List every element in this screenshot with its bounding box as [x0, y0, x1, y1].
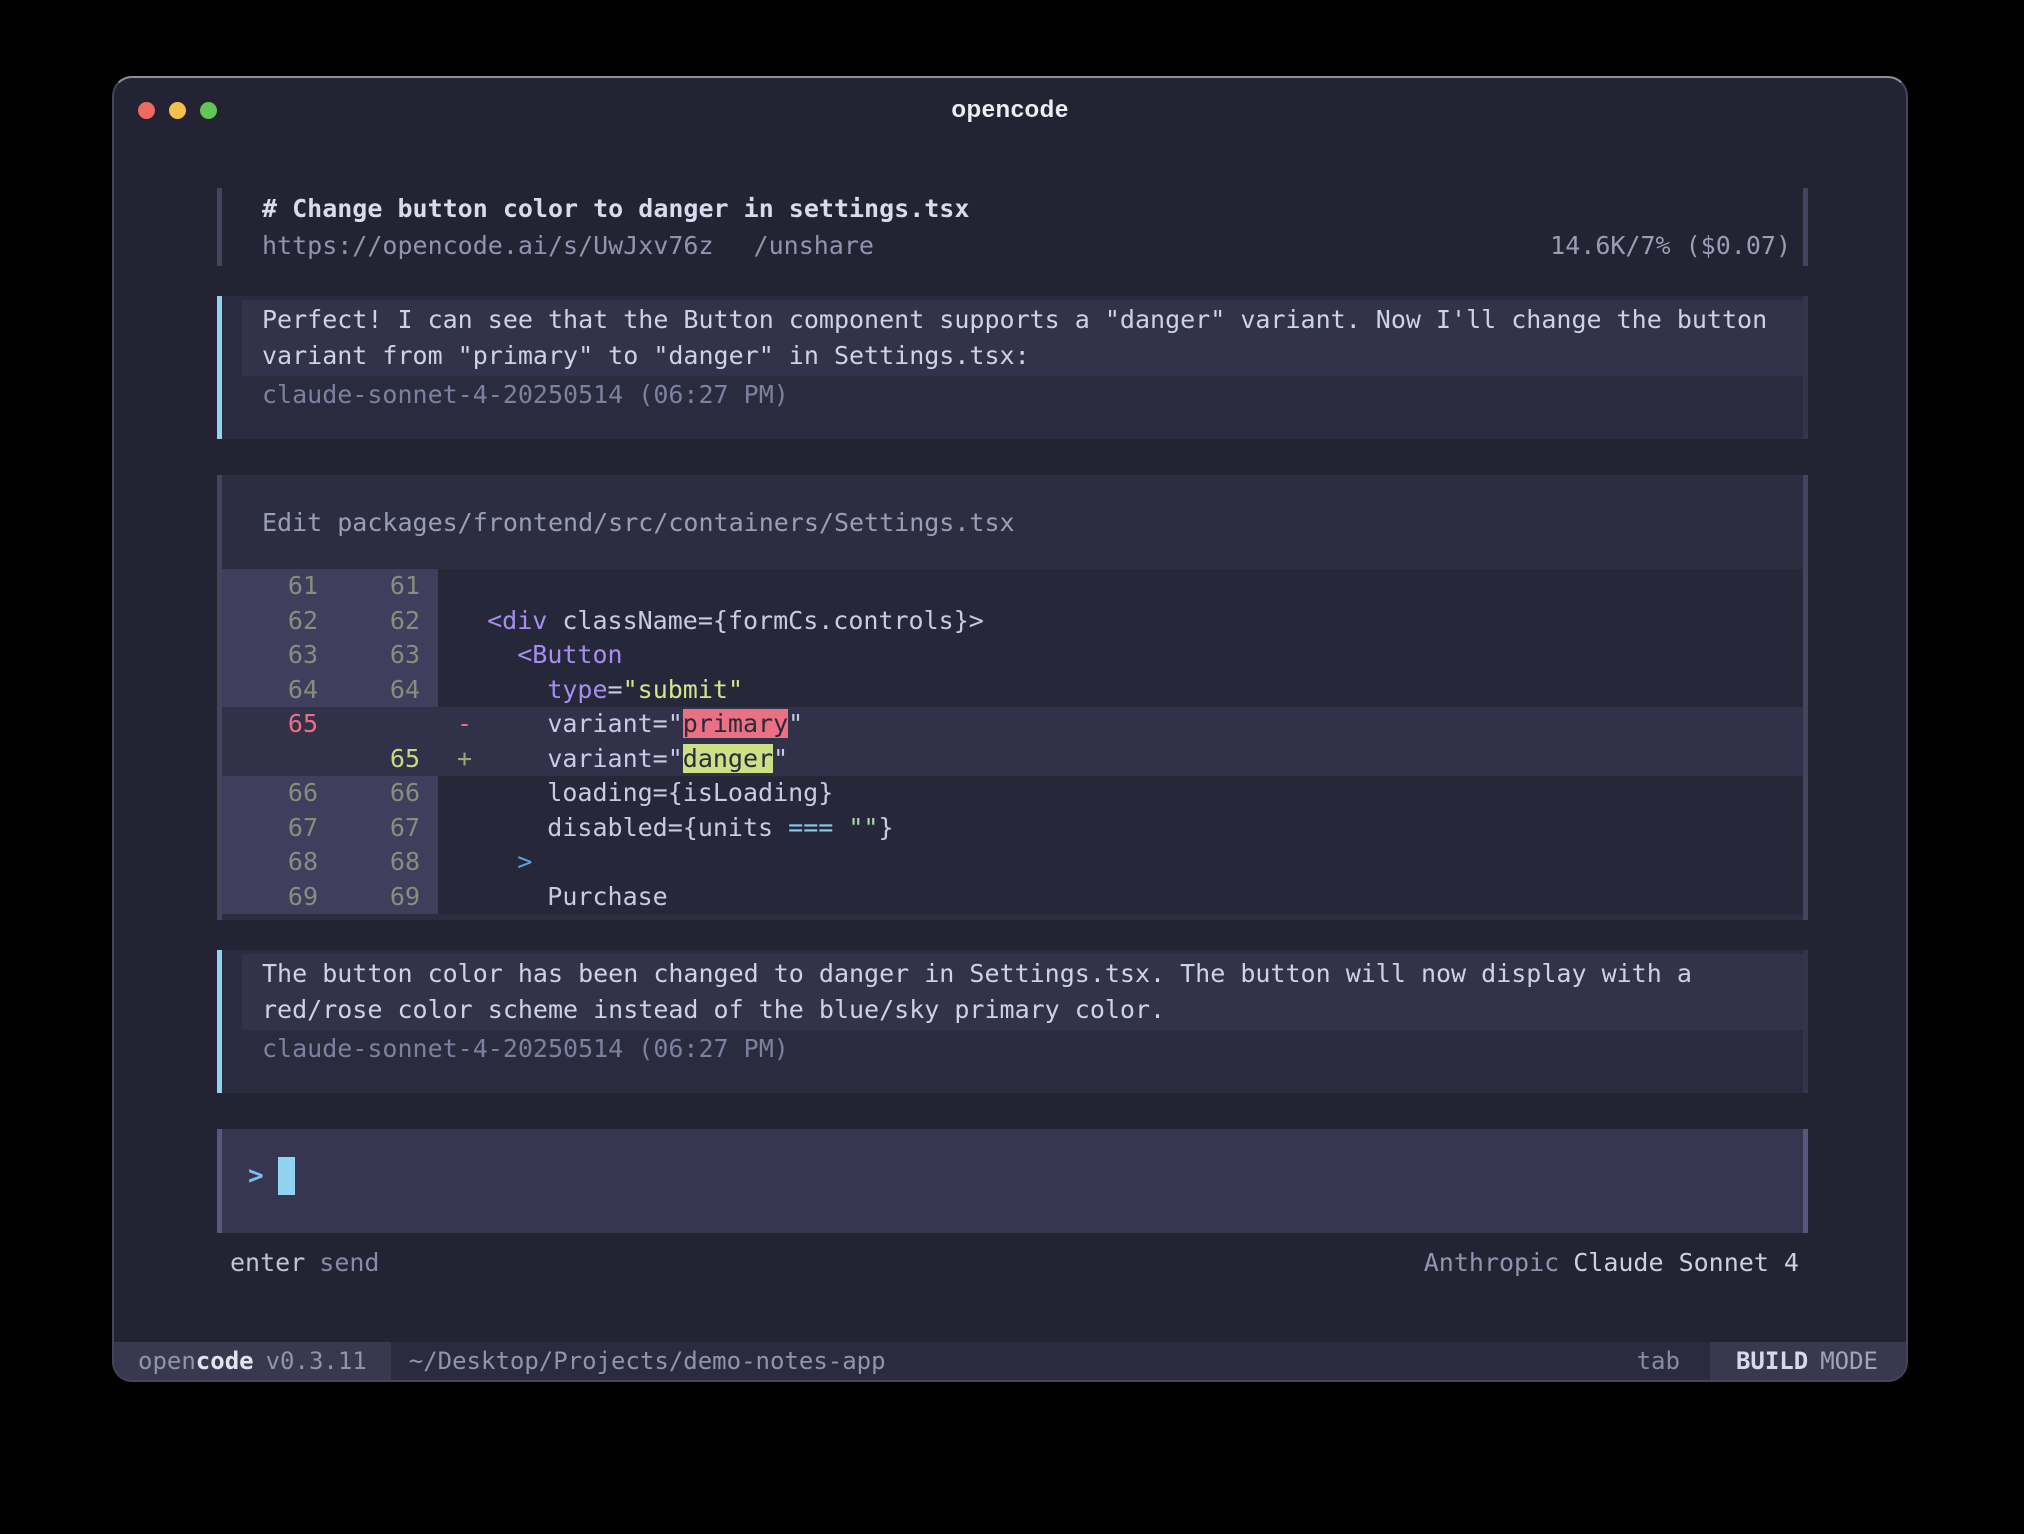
- prompt-symbol: >: [248, 1161, 264, 1191]
- share-url-link[interactable]: https://opencode.ai/s/UwJxv76z: [262, 227, 714, 264]
- new-line-number: [318, 707, 438, 742]
- new-line-number: 62: [318, 604, 438, 639]
- old-line-number: 62: [222, 604, 318, 639]
- text-cursor: [278, 1157, 295, 1195]
- diff-code-line: - variant="primary": [438, 707, 803, 742]
- close-window-button[interactable]: [138, 102, 155, 119]
- traffic-lights: [138, 102, 217, 119]
- assistant-message: Perfect! I can see that the Button compo…: [217, 296, 1808, 439]
- old-line-number: 63: [222, 638, 318, 673]
- edit-file-label: Edit packages/frontend/src/containers/Se…: [222, 475, 1803, 569]
- old-line-number: 69: [222, 880, 318, 915]
- working-directory: ~/Desktop/Projects/demo-notes-app: [409, 1342, 886, 1380]
- window-title: opencode: [114, 78, 1906, 142]
- diff-row: 6969 Purchase: [222, 880, 1803, 915]
- mode-label-mode: MODE: [1820, 1347, 1878, 1375]
- old-line-number: 64: [222, 673, 318, 708]
- old-line-number: 68: [222, 845, 318, 880]
- enter-key-hint: enter: [230, 1248, 305, 1277]
- old-line-number: [222, 742, 318, 777]
- assistant-message: The button color has been changed to dan…: [217, 950, 1808, 1093]
- diff-row: 6767 disabled={units === ""}: [222, 811, 1803, 846]
- model-indicator: Anthropic Claude Sonnet 4: [1424, 1245, 1799, 1281]
- unshare-command[interactable]: /unshare: [754, 227, 874, 264]
- diff-row: 6262 <div className={formCs.controls}>: [222, 604, 1803, 639]
- diff-row: 6868 >: [222, 845, 1803, 880]
- session-header: # Change button color to danger in setti…: [217, 188, 1808, 266]
- new-line-number: 68: [318, 845, 438, 880]
- session-title: # Change button color to danger in setti…: [262, 190, 1803, 227]
- old-line-number: 65: [222, 707, 318, 742]
- diff-row: 6363 <Button: [222, 638, 1803, 673]
- app-name-code: code: [196, 1347, 254, 1375]
- new-line-number: 64: [318, 673, 438, 708]
- assistant-message-text: The button color has been changed to dan…: [242, 954, 1803, 1030]
- model-name: Claude Sonnet 4: [1573, 1248, 1799, 1277]
- new-line-number: 67: [318, 811, 438, 846]
- diff-row: 6464 type="submit": [222, 673, 1803, 708]
- diff-row: 6666 loading={isLoading}: [222, 776, 1803, 811]
- diff-code-line: Purchase: [438, 880, 668, 915]
- diff-row: 6161: [222, 569, 1803, 604]
- new-line-number: 66: [318, 776, 438, 811]
- diff-code-line: loading={isLoading}: [438, 776, 833, 811]
- assistant-message-meta: claude-sonnet-4-20250514 (06:27 PM): [222, 1031, 1803, 1067]
- diff-row: 65 - variant="primary": [222, 707, 1803, 742]
- send-action-hint: send: [319, 1248, 379, 1277]
- assistant-message-text: Perfect! I can see that the Button compo…: [242, 300, 1803, 376]
- edit-tool-panel: Edit packages/frontend/src/containers/Se…: [217, 475, 1808, 920]
- new-line-number: 63: [318, 638, 438, 673]
- maximize-window-button[interactable]: [200, 102, 217, 119]
- old-line-number: 61: [222, 569, 318, 604]
- tab-key-hint[interactable]: tab: [1637, 1342, 1680, 1380]
- mode-label-build: BUILD: [1736, 1347, 1808, 1375]
- new-line-number: 69: [318, 880, 438, 915]
- diff-code-line: >: [438, 845, 532, 880]
- app-version-chip: opencode v0.3.11: [114, 1342, 391, 1380]
- minimize-window-button[interactable]: [169, 102, 186, 119]
- build-mode-chip[interactable]: BUILD MODE: [1706, 1342, 1906, 1380]
- new-line-number: 61: [318, 569, 438, 604]
- diff-code-line: <div className={formCs.controls}>: [438, 604, 984, 639]
- new-line-number: 65: [318, 742, 438, 777]
- token-usage: 14.6K/7% ($0.07): [1550, 227, 1791, 264]
- app-name-open: open: [138, 1347, 196, 1375]
- diff-code-line: [438, 569, 457, 604]
- hints-row: enter send Anthropic Claude Sonnet 4: [217, 1245, 1808, 1281]
- assistant-message-meta: claude-sonnet-4-20250514 (06:27 PM): [222, 377, 1803, 413]
- diff-code-line: <Button: [438, 638, 623, 673]
- old-line-number: 66: [222, 776, 318, 811]
- diff-code-line: + variant="danger": [438, 742, 788, 777]
- prompt-input[interactable]: >: [217, 1129, 1808, 1233]
- diff-code-line: type="submit": [438, 673, 743, 708]
- status-bar: opencode v0.3.11 ~/Desktop/Projects/demo-…: [114, 1342, 1906, 1380]
- opencode-window: opencode # Change button color to danger…: [112, 76, 1908, 1382]
- model-provider: Anthropic: [1424, 1248, 1559, 1277]
- old-line-number: 67: [222, 811, 318, 846]
- diff-rows: 61616262 <div className={formCs.controls…: [222, 569, 1803, 914]
- diff-row: 65+ variant="danger": [222, 742, 1803, 777]
- app-version: v0.3.11: [266, 1347, 367, 1375]
- diff-code-line: disabled={units === ""}: [438, 811, 894, 846]
- title-bar: opencode: [114, 78, 1906, 142]
